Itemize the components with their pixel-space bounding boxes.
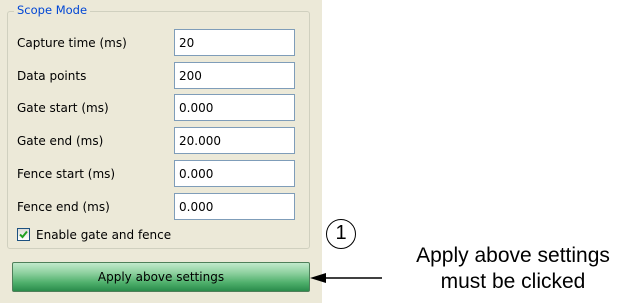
enable-gate-fence-label: Enable gate and fence (36, 228, 172, 242)
capture-time-row: Capture time (ms) (0, 29, 322, 56)
gate-end-label: Gate end (ms) (17, 134, 104, 148)
checkmark-icon (19, 230, 28, 239)
gate-start-input[interactable] (174, 94, 295, 121)
data-points-input[interactable] (174, 62, 295, 89)
gate-end-row: Gate end (ms) (0, 127, 322, 154)
data-points-row: Data points (0, 62, 322, 89)
fence-start-input[interactable] (174, 160, 295, 187)
annotation-note-line1: Apply above settings (416, 244, 610, 267)
settings-panel: Scope Mode Capture time (ms) Data points… (0, 0, 322, 303)
annotation-note: Apply above settings must be clicked (388, 243, 638, 295)
arrow-left-icon (310, 273, 382, 283)
fence-end-label: Fence end (ms) (17, 200, 110, 214)
data-points-label: Data points (17, 69, 87, 83)
fence-end-row: Fence end (ms) (0, 193, 322, 220)
callout-number: 1 (326, 219, 356, 249)
scope-mode-legend: Scope Mode (14, 2, 91, 18)
apply-settings-button[interactable]: Apply above settings (12, 262, 310, 292)
enable-gate-fence-checkbox[interactable] (17, 228, 30, 241)
gate-end-input[interactable] (174, 127, 295, 154)
gate-start-row: Gate start (ms) (0, 94, 322, 121)
gate-start-label: Gate start (ms) (17, 101, 109, 115)
fence-start-label: Fence start (ms) (17, 167, 116, 181)
fence-end-input[interactable] (174, 193, 295, 220)
fence-start-row: Fence start (ms) (0, 160, 322, 187)
capture-time-label: Capture time (ms) (17, 36, 127, 50)
annotation-note-line2: must be clicked (440, 270, 586, 293)
capture-time-input[interactable] (174, 29, 295, 56)
